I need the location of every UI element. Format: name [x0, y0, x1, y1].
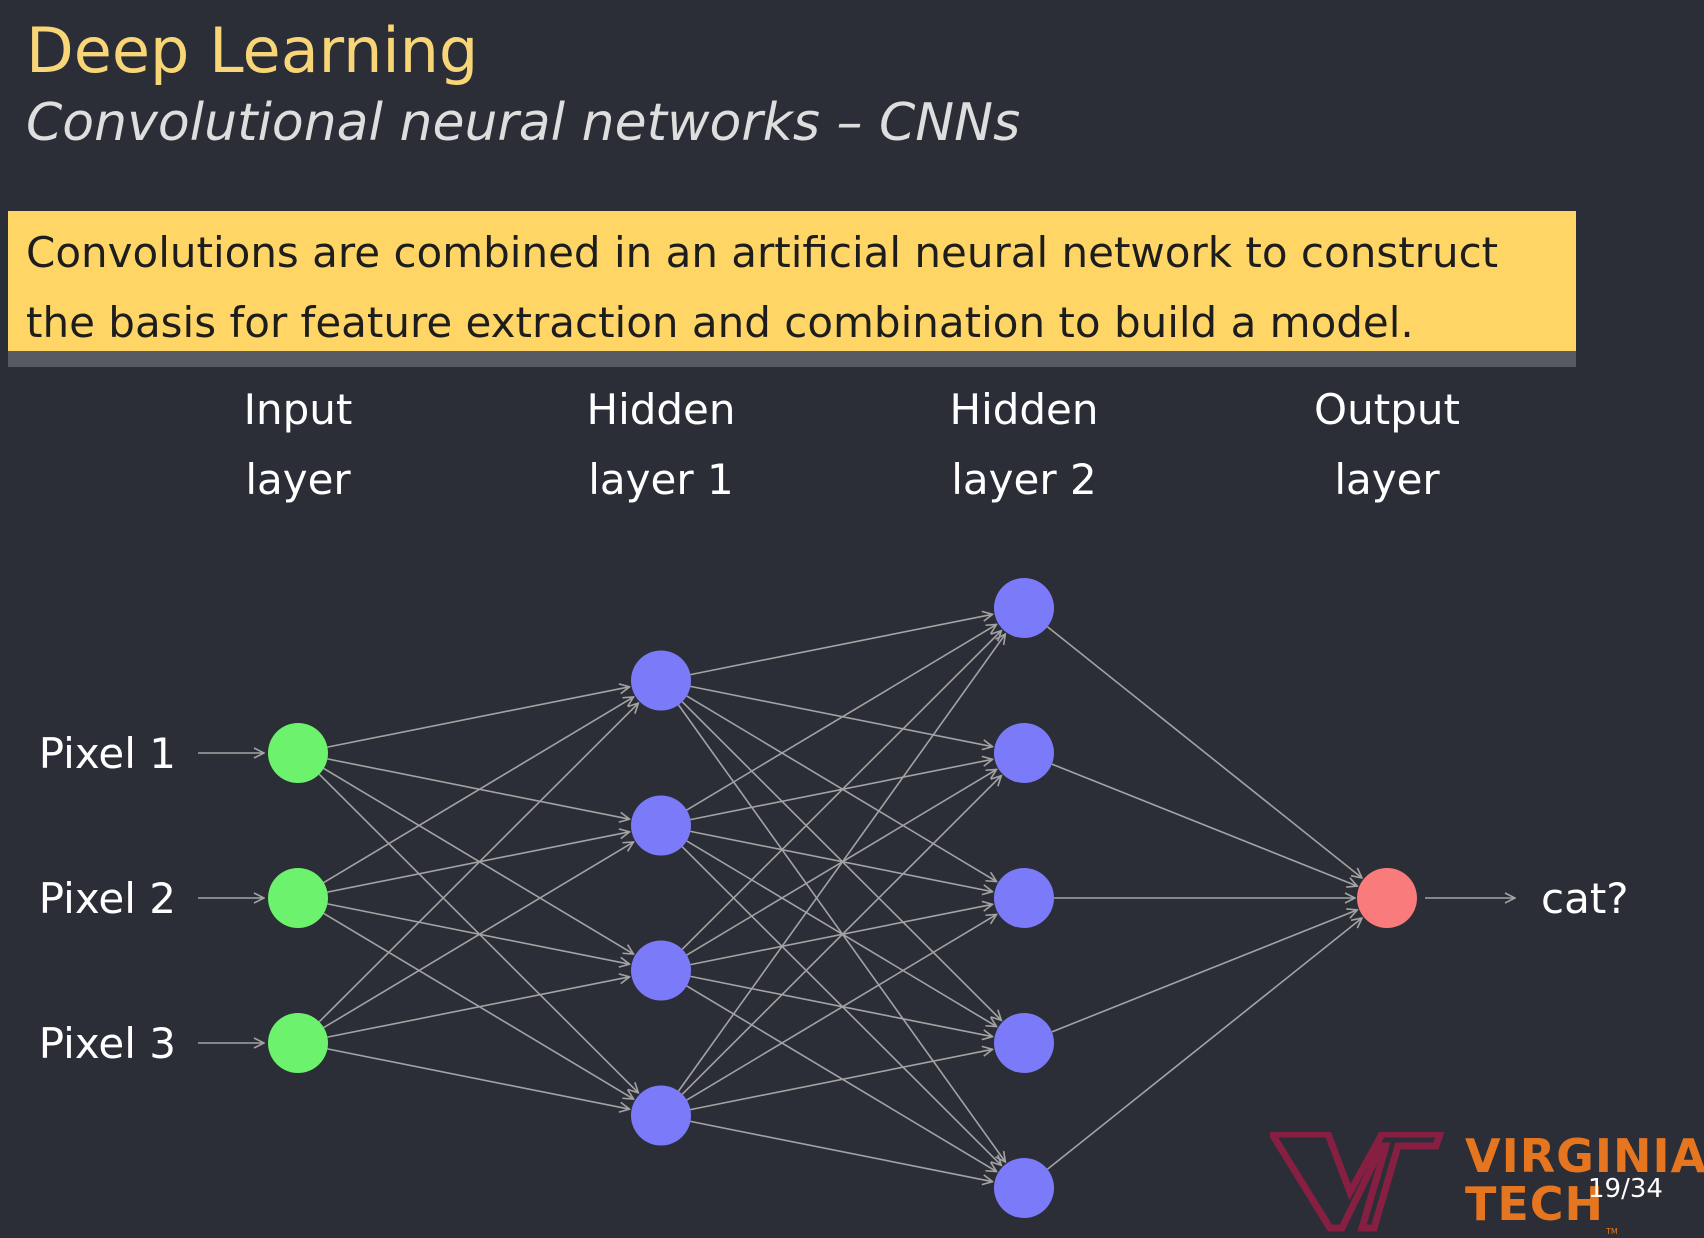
layer-header-line1: Output: [1314, 385, 1460, 434]
edge-l2-n1-to-l3-n0: [1051, 763, 1357, 886]
edge-l0-n0-to-l1-n0: [327, 687, 629, 748]
connection-edges: [318, 614, 1362, 1181]
neuron-l2-n3: [994, 1013, 1054, 1073]
edge-l1-n2-to-l2-n0: [681, 631, 1001, 950]
edge-l1-n3-to-l2-n4: [690, 1120, 992, 1181]
edge-l1-n1-to-l2-n0: [686, 624, 997, 811]
layer-header-line2: layer: [245, 455, 351, 504]
edge-l1-n3-to-l2-n2: [686, 914, 997, 1101]
neuron-l2-n2: [994, 868, 1054, 928]
edge-l2-n0-to-l3-n0: [1046, 626, 1362, 878]
neuron-l2-n4: [994, 1158, 1054, 1218]
neuron-l1-n0: [631, 650, 691, 711]
neuron-l1-n2: [631, 940, 691, 1001]
layer-header-line2: layer 1: [588, 455, 733, 504]
page-number: 19/34: [1588, 1174, 1663, 1204]
layer-header-line2: layer 2: [951, 455, 1096, 504]
edge-l1-n0-to-l2-n0: [690, 614, 992, 676]
slide: Deep Learning Convolutional neural netwo…: [0, 0, 1704, 1238]
neuron-l0-n1: [268, 868, 328, 928]
edge-l0-n2-to-l1-n0: [318, 703, 638, 1023]
neuron-l3-n0: [1357, 868, 1417, 928]
layer-header-line2: layer: [1334, 455, 1440, 504]
neuron-l0-n2: [268, 1013, 328, 1073]
edge-l1-n3-to-l2-n1: [681, 776, 1001, 1095]
input-label: Pixel 3: [39, 1019, 176, 1068]
logo-trademark: TM: [1606, 1227, 1618, 1236]
edge-l0-n1-to-l1-n0: [323, 697, 634, 884]
input-label: Pixel 1: [39, 729, 176, 778]
neuron-l1-n1: [631, 795, 691, 856]
layer-header-line1: Hidden: [586, 385, 735, 434]
vt-monogram-icon: [1265, 1130, 1445, 1232]
logo-word-virginia: VIRGINIA: [1465, 1129, 1704, 1183]
edge-l2-n3-to-l3-n0: [1051, 910, 1357, 1033]
neuron-l1-n3: [631, 1085, 691, 1146]
edge-l1-n3-to-l2-n0: [677, 634, 1006, 1092]
layer-header-line1: Input: [244, 385, 353, 434]
neural-network-diagram: Pixel 1 Pixel 2 Pixel 3 cat? Input layer Hidde…: [39, 385, 1629, 1218]
edge-l0-n2-to-l1-n2: [327, 977, 629, 1038]
layer-labels: Pixel 1 Pixel 2 Pixel 3 cat? Input layer Hidde…: [39, 385, 1629, 1068]
neuron-l2-n0: [994, 578, 1054, 638]
input-label: Pixel 2: [39, 874, 176, 923]
output-label: cat?: [1541, 874, 1629, 923]
neuron-l2-n1: [994, 723, 1054, 783]
logo-word-tech: TECH: [1465, 1177, 1605, 1231]
layer-header-line1: Hidden: [949, 385, 1098, 434]
edge-l0-n2-to-l1-n3: [327, 1048, 629, 1109]
edge-l0-n2-to-l1-n1: [323, 842, 634, 1029]
neuron-l0-n0: [268, 723, 328, 783]
